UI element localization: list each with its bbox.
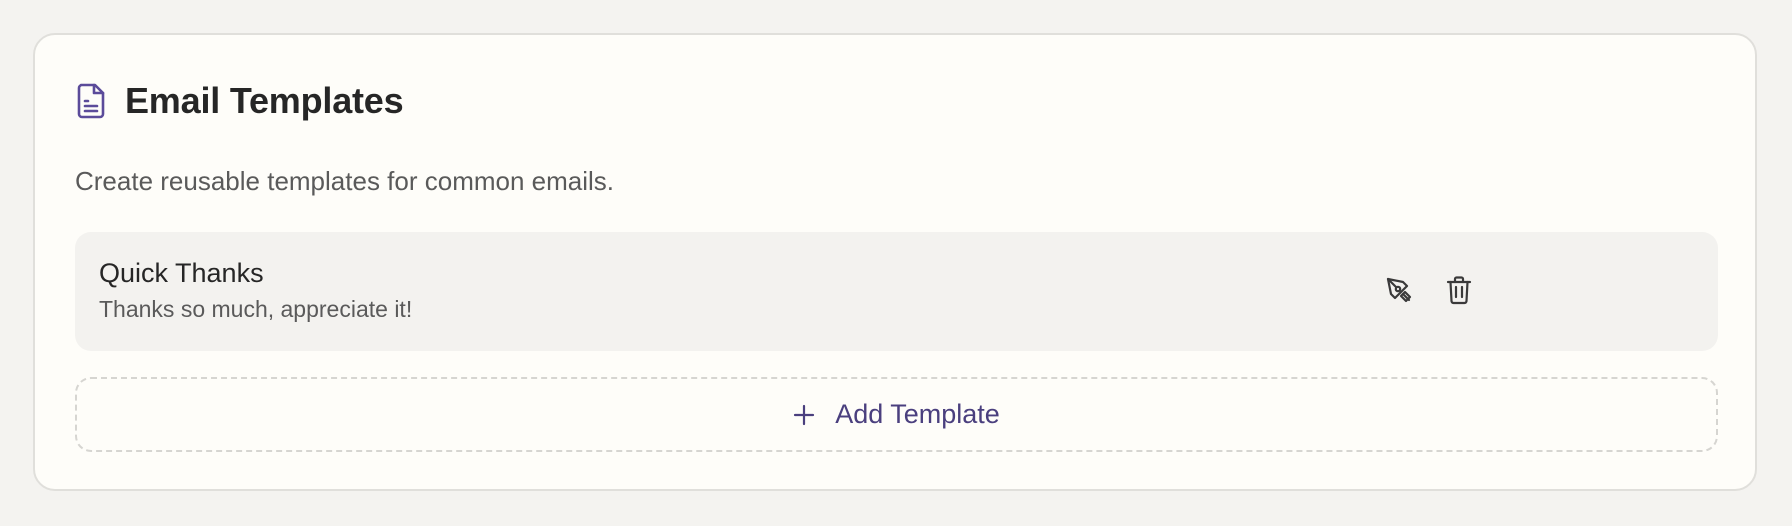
add-template-button[interactable]: Add Template — [75, 377, 1718, 452]
add-template-label: Add Template — [835, 399, 1000, 429]
template-name: Quick Thanks — [99, 258, 264, 288]
pen-icon — [1384, 275, 1414, 310]
section-header: Email Templates — [75, 80, 404, 121]
trash-icon — [1445, 275, 1473, 310]
template-item: Quick Thanks Thanks so much, appreciate … — [75, 232, 1718, 351]
template-body: Thanks so much, appreciate it! — [99, 296, 413, 322]
email-templates-card: Email Templates Create reusable template… — [33, 33, 1757, 491]
document-icon — [75, 83, 107, 119]
section-subtitle: Create reusable templates for common ema… — [75, 166, 615, 196]
plus-icon — [793, 399, 815, 431]
delete-template-button[interactable] — [1439, 272, 1479, 312]
section-title: Email Templates — [125, 80, 404, 121]
edit-template-button[interactable] — [1379, 272, 1419, 312]
